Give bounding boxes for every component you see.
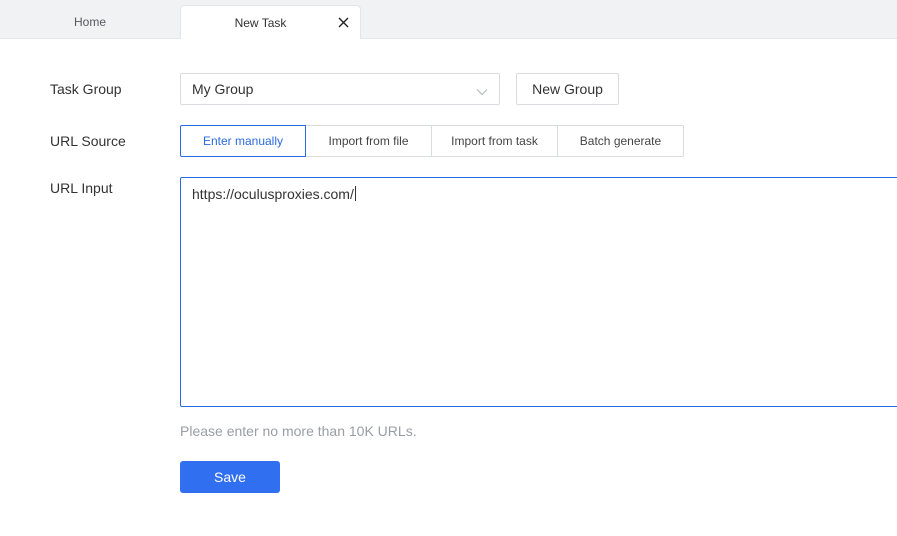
save-button[interactable]: Save — [180, 461, 280, 493]
chevron-down-icon — [476, 84, 488, 96]
tab-new-task[interactable]: New Task — [180, 5, 361, 39]
url-source-segmented-control: Enter manually Import from file Import f… — [180, 125, 684, 157]
url-source-option-import-from-file[interactable]: Import from file — [305, 125, 432, 157]
task-group-label: Task Group — [50, 81, 122, 97]
url-input-label: URL Input — [50, 180, 113, 196]
new-task-page: Home New Task Task Group My Group New Gr… — [0, 0, 897, 536]
tab-new-task-label: New Task — [234, 15, 287, 30]
task-group-selected-value: My Group — [192, 81, 254, 97]
url-input-hint: Please enter no more than 10K URLs. — [180, 423, 417, 439]
tab-bar: Home New Task — [0, 0, 897, 39]
close-icon[interactable] — [336, 15, 350, 29]
url-input-textarea[interactable]: https://oculusproxies.com/ — [180, 177, 897, 407]
url-source-option-enter-manually[interactable]: Enter manually — [180, 125, 306, 157]
tab-home[interactable]: Home — [0, 5, 180, 38]
url-input-value: https://oculusproxies.com/ — [192, 186, 354, 202]
task-group-select[interactable]: My Group — [180, 73, 500, 105]
url-source-option-import-from-task[interactable]: Import from task — [431, 125, 558, 157]
text-caret — [354, 186, 356, 201]
url-source-option-batch-generate[interactable]: Batch generate — [557, 125, 684, 157]
url-source-label: URL Source — [50, 133, 126, 149]
new-group-button[interactable]: New Group — [516, 73, 619, 105]
tab-home-label: Home — [73, 14, 106, 29]
